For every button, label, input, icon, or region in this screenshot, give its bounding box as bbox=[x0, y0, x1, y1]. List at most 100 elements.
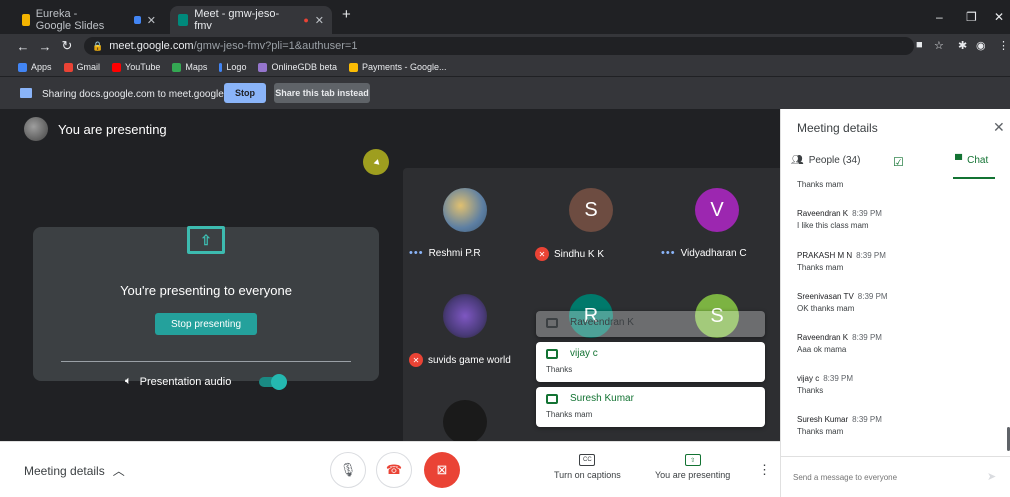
camera-button[interactable]: ⊠ bbox=[424, 452, 460, 488]
present-now-button[interactable]: ⇧ You are presenting bbox=[655, 454, 730, 480]
participant-tile[interactable]: V ••• Vidyadharan C bbox=[655, 168, 780, 278]
bookmark-logo[interactable]: Logo bbox=[219, 62, 246, 72]
url-host: meet.google.com bbox=[109, 40, 194, 52]
people-icon: 👥︎ bbox=[791, 155, 804, 166]
microphone-button[interactable]: 🎙︎ bbox=[330, 452, 366, 488]
active-tab-indicator bbox=[953, 177, 995, 179]
message-time: 8:39 PM bbox=[852, 415, 882, 424]
avatar bbox=[443, 294, 487, 338]
meet-icon bbox=[178, 14, 189, 26]
logo-icon bbox=[219, 62, 223, 72]
chat-message-input[interactable] bbox=[793, 467, 983, 487]
minimize-icon[interactable]: – bbox=[936, 10, 943, 24]
profile-icon[interactable]: ◉ bbox=[976, 39, 986, 52]
toast-sender: Suresh Kumar bbox=[570, 393, 634, 404]
participant-tile[interactable]: ✕ suvids game world bbox=[403, 274, 528, 384]
meeting-details-panel: Meeting details ✕ 👥︎ People (34) ☑ ▀ Cha… bbox=[780, 109, 1010, 497]
message-time: 8:39 PM bbox=[856, 251, 886, 260]
participant-tile[interactable]: ••• Reshmi P.R bbox=[403, 168, 528, 278]
tab-activities[interactable]: ☑ bbox=[893, 155, 904, 169]
divider bbox=[61, 361, 351, 362]
presentation-audio-label: Presentation audio bbox=[139, 375, 232, 388]
participant-name-row: ••• Reshmi P.R bbox=[409, 247, 481, 259]
avatar bbox=[24, 117, 48, 141]
presentation-audio-toggle[interactable] bbox=[259, 373, 288, 390]
restore-icon[interactable]: ❐ bbox=[966, 10, 977, 24]
participant-name-row: ✕ Sindhu K K bbox=[535, 247, 604, 261]
message-sender: PRAKASH M N bbox=[797, 251, 853, 260]
tab-people[interactable]: 👥︎ People (34) bbox=[791, 155, 860, 166]
chat-toast[interactable]: Suresh Kumar Thanks mam bbox=[536, 387, 765, 427]
menu-icon[interactable]: ⋮ bbox=[998, 39, 1009, 52]
participant-tile[interactable]: S ✕ Sindhu K K bbox=[529, 168, 654, 278]
star-icon[interactable]: ☆ bbox=[934, 39, 944, 52]
url-path: /gmw-jeso-fmv?pli=1&authuser=1 bbox=[193, 40, 358, 52]
chat-message: Raveendran K 8:39 PM I like this class ma… bbox=[797, 209, 997, 230]
chat-message: Sreenivasan TV 8:39 PM OK thanks mam bbox=[797, 292, 997, 313]
captions-icon: CC bbox=[579, 454, 596, 466]
close-window-icon[interactable]: ✕ bbox=[994, 10, 1004, 24]
chat-toast[interactable]: Raveendran K bbox=[536, 311, 765, 337]
close-icon[interactable]: ✕ bbox=[315, 14, 324, 27]
share-this-tab-button[interactable]: Share this tab instead bbox=[274, 83, 370, 103]
chat-message: PRAKASH M N 8:39 PM Thanks mam bbox=[797, 251, 997, 272]
close-icon[interactable]: ✕ bbox=[147, 14, 156, 27]
camera-icon[interactable]: ■ bbox=[916, 39, 923, 51]
avatar bbox=[443, 188, 487, 232]
bookmark-youtube[interactable]: YouTube bbox=[112, 62, 160, 72]
lock-icon: 🔒 bbox=[92, 40, 104, 51]
participant-name: Sindhu K K bbox=[554, 248, 605, 260]
message-text: OK thanks mam bbox=[797, 304, 855, 313]
toast-message: Thanks mam bbox=[546, 410, 593, 419]
toast-sender: Raveendran K bbox=[570, 317, 634, 328]
toast-message: Thanks bbox=[546, 365, 573, 374]
tab-title: Eureka - Google Slides bbox=[35, 8, 105, 32]
chat-message: Suresh Kumar 8:39 PM Thanks mam bbox=[797, 415, 997, 436]
reload-icon[interactable]: ↻ bbox=[56, 38, 78, 54]
meeting-details-button[interactable]: Meeting details ︿ bbox=[24, 462, 125, 479]
address-bar[interactable]: 🔒 meet.google.com /gmw-jeso-fmv?pli=1&au… bbox=[84, 37, 914, 55]
bookmark-apps[interactable]: Apps bbox=[18, 62, 52, 72]
screen-share-icon bbox=[20, 88, 32, 98]
tab-slides[interactable]: Eureka - Google Slides ✕ bbox=[14, 6, 164, 34]
present-screen-icon: ⇧ bbox=[684, 454, 701, 466]
sharing-text: Sharing docs.google.com to meet.google.c… bbox=[42, 89, 246, 100]
chat-toast[interactable]: vijay c Thanks bbox=[536, 342, 765, 382]
message-time: 8:39 PM bbox=[857, 292, 888, 301]
avatar: V bbox=[695, 188, 739, 232]
stop-presenting-button[interactable]: Stop presenting bbox=[155, 313, 257, 335]
more-options-icon[interactable]: ⋮ bbox=[758, 462, 771, 478]
forward-icon[interactable]: → bbox=[34, 39, 56, 54]
captions-button[interactable]: CC Turn on captions bbox=[554, 454, 621, 480]
tab-chat[interactable]: ▀ Chat bbox=[955, 155, 988, 166]
back-icon[interactable]: ← bbox=[12, 39, 34, 54]
maps-icon bbox=[172, 62, 182, 72]
presenting-label: You are presenting bbox=[655, 470, 731, 480]
bookmark-onlinegdb[interactable]: OnlineGDB beta bbox=[258, 62, 337, 72]
toast-sender: vijay c bbox=[570, 348, 598, 359]
participant-tile[interactable] bbox=[403, 380, 528, 441]
presenting-header: You are presenting bbox=[24, 117, 167, 141]
bookmark-maps[interactable]: Maps bbox=[172, 62, 207, 72]
tab-meet[interactable]: Meet - gmw-jeso-fmv ● ✕ bbox=[170, 6, 332, 34]
bookmark-gmail[interactable]: Gmail bbox=[63, 62, 100, 72]
chat-icon bbox=[546, 317, 558, 328]
participant-name: suvids game world bbox=[428, 354, 511, 366]
youtube-icon bbox=[112, 62, 122, 72]
panel-tabs: 👥︎ People (34) ☑ ▀ Chat bbox=[781, 153, 1010, 179]
message-time: 8:39 PM bbox=[823, 374, 854, 383]
new-tab-icon[interactable]: + bbox=[342, 6, 351, 23]
camera-off-icon: ⊠ bbox=[436, 462, 448, 477]
message-text: I like this class mam bbox=[797, 221, 869, 230]
leave-call-button[interactable]: ☎︎ bbox=[376, 452, 412, 488]
bookmark-payments[interactable]: Payments - Google... bbox=[349, 62, 447, 72]
message-sender: Raveendran K bbox=[797, 333, 849, 342]
extensions-icon[interactable]: ✱ bbox=[958, 39, 967, 52]
chat-message: vijay c 8:39 PM Thanks bbox=[797, 374, 997, 395]
participant-name-row: ••• Vidyadharan C bbox=[661, 247, 747, 259]
participant-name-row: ✕ suvids game world bbox=[409, 353, 511, 367]
close-icon[interactable]: ✕ bbox=[993, 119, 1005, 136]
send-icon[interactable]: ➤ bbox=[987, 470, 996, 483]
speaking-icon: ••• bbox=[661, 247, 676, 259]
stop-sharing-button[interactable]: Stop bbox=[224, 83, 266, 103]
